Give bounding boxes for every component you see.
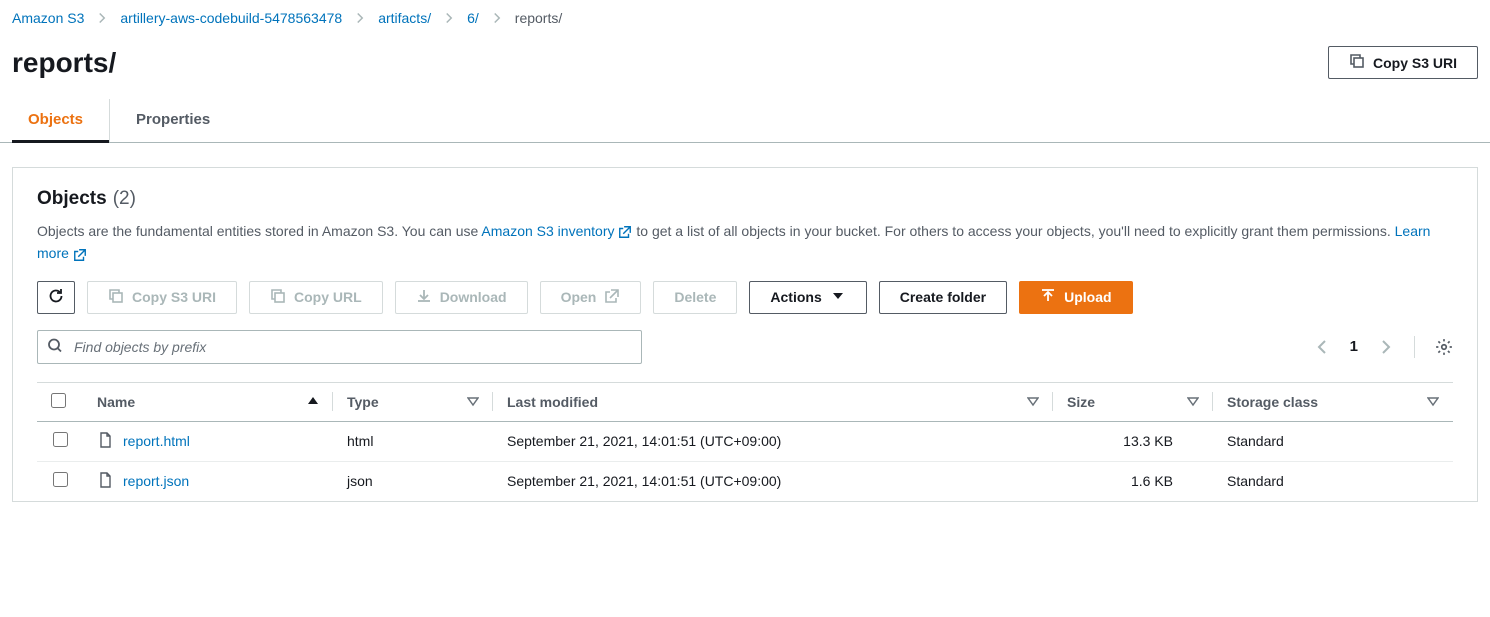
inventory-link[interactable]: Amazon S3 inventory: [481, 223, 632, 239]
next-page-button[interactable]: [1378, 339, 1394, 355]
upload-button[interactable]: Upload: [1019, 281, 1132, 314]
column-storage-class[interactable]: Storage class: [1213, 382, 1453, 421]
page-number: 1: [1350, 338, 1358, 355]
sort-icon: [1427, 394, 1439, 410]
tabs: Objects Properties: [0, 99, 1490, 143]
row-checkbox[interactable]: [53, 432, 68, 447]
download-icon: [416, 288, 432, 307]
create-folder-button[interactable]: Create folder: [879, 281, 1007, 314]
breadcrumb-link-root[interactable]: Amazon S3: [12, 10, 84, 26]
search-icon: [47, 337, 63, 356]
breadcrumb-link-bucket[interactable]: artillery-aws-codebuild-5478563478: [120, 10, 342, 26]
object-link[interactable]: report.json: [123, 473, 189, 489]
cell-size: 1.6 KB: [1053, 461, 1213, 501]
sort-icon: [1187, 394, 1199, 410]
chevron-right-icon: [491, 12, 503, 24]
open-button[interactable]: Open: [540, 281, 642, 314]
copy-s3-uri-label: Copy S3 URI: [132, 289, 216, 305]
cell-last-modified: September 21, 2021, 14:01:51 (UTC+09:00): [493, 461, 1053, 501]
delete-button[interactable]: Delete: [653, 281, 737, 314]
tab-objects[interactable]: Objects: [12, 99, 110, 142]
external-link-icon: [73, 248, 87, 262]
page-title: reports/: [12, 47, 116, 79]
table-row: report.html htmlSeptember 21, 2021, 14:01…: [37, 421, 1453, 461]
select-all-header: [37, 382, 83, 421]
download-button[interactable]: Download: [395, 281, 528, 314]
breadcrumb-link-6[interactable]: 6/: [467, 10, 479, 26]
chevron-right-icon: [354, 12, 366, 24]
sort-icon: [467, 394, 479, 410]
column-name-label: Name: [97, 394, 135, 410]
external-link-icon: [604, 288, 620, 307]
copy-url-label: Copy URL: [294, 289, 362, 305]
breadcrumb-link-artifacts[interactable]: artifacts/: [378, 10, 431, 26]
copy-icon: [108, 288, 124, 307]
download-label: Download: [440, 289, 507, 305]
upload-icon: [1040, 288, 1056, 307]
column-type-label: Type: [347, 394, 379, 410]
actions-dropdown[interactable]: Actions: [749, 281, 866, 314]
copy-s3-uri-toolbar-button[interactable]: Copy S3 URI: [87, 281, 237, 314]
breadcrumb: Amazon S3 artillery-aws-codebuild-547856…: [0, 0, 1490, 36]
copy-url-button[interactable]: Copy URL: [249, 281, 383, 314]
column-name[interactable]: Name: [83, 382, 333, 421]
create-folder-label: Create folder: [900, 289, 986, 305]
column-type[interactable]: Type: [333, 382, 493, 421]
object-link[interactable]: report.html: [123, 433, 190, 449]
cell-storage-class: Standard: [1213, 461, 1453, 501]
breadcrumb-current: reports/: [515, 10, 562, 26]
copy-icon: [270, 288, 286, 307]
actions-label: Actions: [770, 289, 821, 305]
copy-s3-uri-label: Copy S3 URI: [1373, 55, 1457, 71]
objects-table: Name Type Last modified Size Storage cla…: [37, 382, 1453, 501]
cell-storage-class: Standard: [1213, 421, 1453, 461]
column-size-label: Size: [1067, 394, 1095, 410]
cell-type: json: [333, 461, 493, 501]
chevron-right-icon: [96, 12, 108, 24]
select-all-checkbox[interactable]: [51, 393, 66, 408]
desc-text-1: Objects are the fundamental entities sto…: [37, 223, 481, 239]
panel-description: Objects are the fundamental entities sto…: [37, 220, 1453, 265]
column-last-modified-label: Last modified: [507, 394, 598, 410]
refresh-icon: [48, 288, 64, 307]
toolbar: Copy S3 URI Copy URL Download Open Delet…: [37, 281, 1453, 314]
column-last-modified[interactable]: Last modified: [493, 382, 1053, 421]
sort-icon: [1027, 394, 1039, 410]
cell-type: html: [333, 421, 493, 461]
file-icon: [97, 432, 113, 451]
column-storage-class-label: Storage class: [1227, 394, 1318, 410]
external-link-icon: [618, 225, 632, 239]
prev-page-button[interactable]: [1314, 339, 1330, 355]
pager: 1: [1314, 336, 1453, 358]
upload-label: Upload: [1064, 289, 1111, 305]
refresh-button[interactable]: [37, 281, 75, 314]
column-size[interactable]: Size: [1053, 382, 1213, 421]
sort-asc-icon: [307, 394, 319, 410]
file-icon: [97, 472, 113, 491]
cell-size: 13.3 KB: [1053, 421, 1213, 461]
divider: [1414, 336, 1415, 358]
row-checkbox[interactable]: [53, 472, 68, 487]
delete-label: Delete: [674, 289, 716, 305]
tab-properties[interactable]: Properties: [110, 99, 224, 142]
settings-button[interactable]: [1435, 338, 1453, 356]
search-box: [37, 330, 642, 364]
inventory-link-label: Amazon S3 inventory: [481, 223, 614, 239]
objects-count: (2): [113, 188, 136, 210]
table-row: report.json jsonSeptember 21, 2021, 14:01…: [37, 461, 1453, 501]
chevron-right-icon: [443, 12, 455, 24]
panel-heading: Objects: [37, 188, 107, 210]
desc-text-2: to get a list of all objects in your buc…: [632, 223, 1394, 239]
caret-down-icon: [830, 288, 846, 307]
copy-icon: [1349, 53, 1365, 72]
copy-s3-uri-button[interactable]: Copy S3 URI: [1328, 46, 1478, 79]
search-input[interactable]: [37, 330, 642, 364]
cell-last-modified: September 21, 2021, 14:01:51 (UTC+09:00): [493, 421, 1053, 461]
open-label: Open: [561, 289, 597, 305]
objects-panel: Objects (2) Objects are the fundamental …: [12, 167, 1478, 502]
